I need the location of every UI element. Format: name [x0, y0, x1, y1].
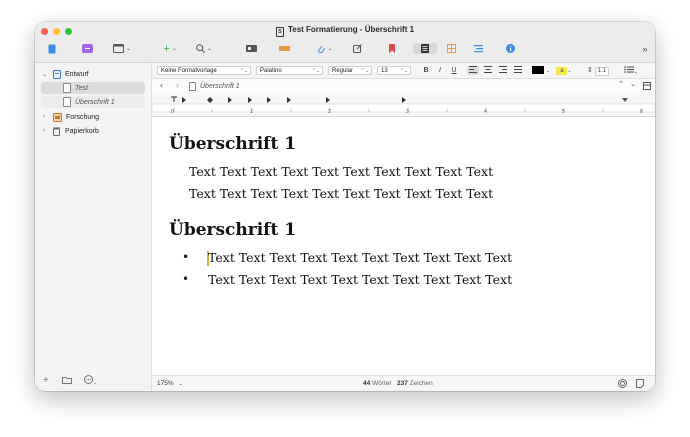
italic-button[interactable]: I — [435, 66, 445, 75]
bullet-item: Text Text Text Text Text Text Text Text … — [208, 272, 513, 287]
sidebar-item-papierkorb[interactable]: › Papierkorb — [35, 125, 151, 137]
research-folder-icon — [53, 112, 62, 122]
more-icon[interactable]: » — [640, 43, 650, 54]
file-icon — [63, 97, 71, 107]
svg-text:⌄: ⌄ — [546, 68, 550, 74]
ruler-number: 5 — [562, 109, 565, 115]
search-icon[interactable]: ⌄ — [193, 43, 215, 54]
target-icon[interactable] — [618, 379, 627, 390]
ruler-icon[interactable] — [278, 43, 290, 54]
format-bar: Keine Formatvorlage ⌃⌄ Palatino ⌃⌄ Regular… — [152, 63, 655, 79]
bold-button[interactable]: B — [421, 66, 431, 75]
forward-arrow-icon[interactable]: › — [176, 80, 179, 90]
ruler-number: 3 — [406, 109, 409, 115]
ruler-number: 1 — [250, 109, 253, 115]
bullet-marker: • — [182, 272, 190, 286]
add-folder-icon[interactable] — [62, 376, 72, 386]
split-editor-icon[interactable] — [643, 82, 651, 92]
align-center-icon[interactable] — [482, 66, 494, 75]
font-select[interactable]: Palatino ⌃⌄ — [256, 66, 323, 75]
chevron-down-icon[interactable]: ⌄ — [42, 71, 47, 78]
file-icon — [189, 82, 196, 91]
bullet-item: Text Text Text Text Text Text Text Text … — [208, 250, 513, 265]
app-window: S Test Formatierung - Überschrift 1 ⌄ + ⌄ … — [35, 22, 655, 391]
trash-icon — [53, 127, 60, 136]
chevron-up-icon[interactable]: ⌃ — [618, 80, 624, 88]
ruler-number: 0 — [171, 109, 174, 115]
editor-nav-bar: ‹ › Überschrift 1 ⌃ ⌄ — [152, 79, 655, 95]
align-right-icon[interactable] — [497, 66, 509, 75]
add-icon[interactable]: + ⌄ — [159, 43, 181, 55]
style-select[interactable]: Keine Formatvorlage ⌃⌄ — [157, 66, 251, 75]
sidebar-item-forschung[interactable]: › Forschung — [35, 111, 151, 123]
list-style-icon[interactable]: ⌄ — [622, 66, 640, 75]
underline-button[interactable]: U — [449, 66, 459, 75]
text-color-swatch[interactable]: ⌄ — [532, 66, 550, 75]
ruler-number: 6 — [640, 109, 643, 115]
bullet-marker: • — [182, 250, 190, 264]
window-title: S Test Formatierung - Überschrift 1 — [35, 25, 655, 37]
sidebar-bottom-bar: + ⌄ — [35, 371, 151, 391]
chevron-right-icon[interactable]: › — [43, 128, 45, 134]
draft-folder-icon — [53, 69, 61, 79]
layout-icon[interactable]: ⌄ — [111, 43, 133, 54]
align-left-icon[interactable] — [467, 66, 479, 75]
binder-sidebar: ⌄ Entwurf Test Überschrift 1 › Forschung — [35, 63, 152, 391]
weight-select[interactable]: Regular ⌃⌄ — [328, 66, 372, 75]
status-bar: 175% ⌄ 44 Wörter 237 Zeichen — [152, 375, 655, 391]
heading-1: Überschrift 1 — [169, 134, 297, 154]
compose-icon[interactable] — [81, 43, 93, 54]
word-count: 44 Wörter 237 Zeichen — [363, 380, 433, 387]
paragraph-line: Text Text Text Text Text Text Text Text … — [189, 164, 494, 179]
outline-icon[interactable] — [472, 43, 484, 54]
settings-menu-icon[interactable]: ⌄ — [84, 375, 97, 386]
text-editor[interactable]: Überschrift 1 Text Text Text Text Text T… — [152, 117, 655, 375]
breadcrumb[interactable]: Überschrift 1 — [189, 82, 240, 91]
file-icon — [63, 83, 71, 93]
bookmark-icon[interactable] — [386, 43, 398, 54]
notes-icon[interactable] — [636, 379, 644, 390]
titlebar: S Test Formatierung - Überschrift 1 ⌄ + ⌄ … — [35, 22, 655, 63]
binder-icon[interactable] — [47, 43, 57, 54]
info-icon[interactable] — [504, 43, 516, 54]
paragraph-line: Text Text Text Text Text Text Text Text … — [189, 186, 494, 201]
corkboard-icon[interactable] — [445, 43, 457, 54]
back-arrow-icon[interactable]: ‹ — [160, 80, 163, 90]
document-icon[interactable] — [413, 43, 437, 54]
highlight-color-button[interactable]: a ⌄ — [555, 66, 573, 75]
attach-icon[interactable]: ⌄ — [315, 43, 335, 54]
inspector-icon[interactable] — [245, 43, 257, 54]
ruler-number: 4 — [484, 109, 487, 115]
ruler-number: 2 — [328, 109, 331, 115]
heading-2: Überschrift 1 — [169, 220, 297, 240]
sidebar-item-test[interactable]: Test — [41, 82, 145, 94]
size-select[interactable]: 13 ⌃⌄ — [377, 66, 411, 75]
align-justify-icon[interactable] — [512, 66, 524, 75]
chevron-down-icon[interactable]: ⌄ — [630, 80, 636, 88]
chevron-right-icon[interactable]: › — [43, 114, 45, 120]
ruler-markings — [151, 96, 655, 113]
edit-icon[interactable] — [351, 43, 363, 54]
zoom-select[interactable]: 175% ⌄ — [157, 380, 183, 387]
scrivener-doc-icon: S — [275, 27, 284, 37]
sidebar-item-ueberschrift[interactable]: Überschrift 1 — [41, 96, 145, 108]
line-spacing-select[interactable]: ⇕ 1.1 — [580, 66, 616, 76]
add-item-icon[interactable]: + — [43, 375, 49, 386]
sidebar-item-entwurf[interactable]: ⌄ Entwurf — [35, 68, 151, 80]
ruler[interactable]: 0 1 2 3 4 5 6 — [151, 94, 655, 117]
